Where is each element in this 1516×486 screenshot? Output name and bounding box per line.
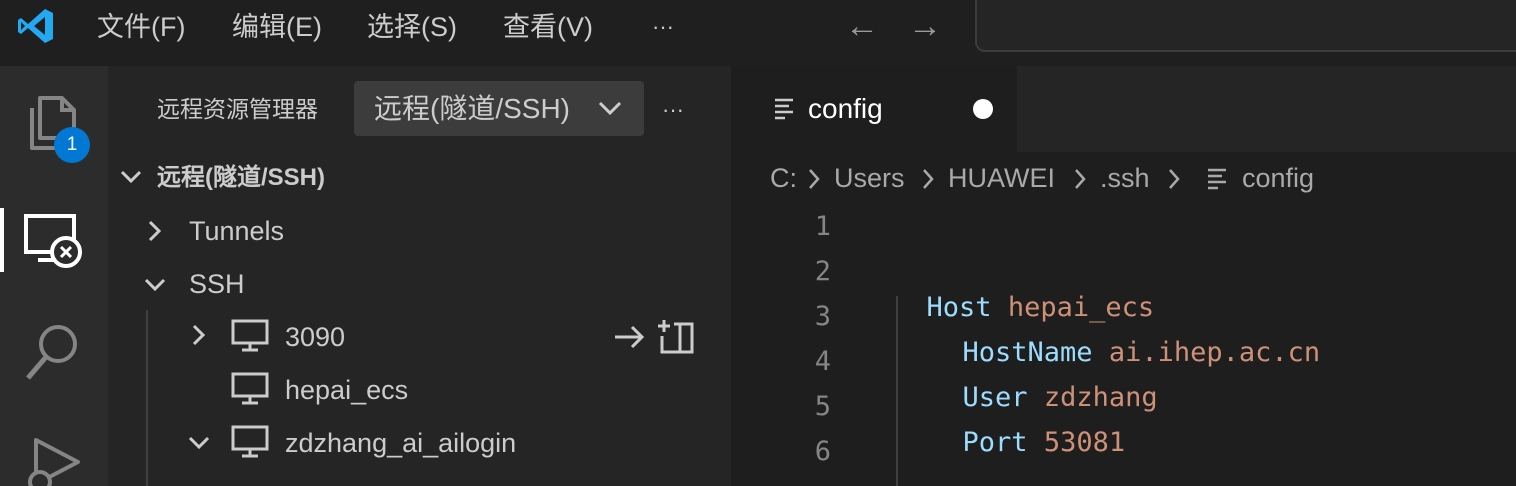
breadcrumb-item[interactable]: config [1242,160,1314,196]
file-lines-icon [1208,168,1226,190]
chevron-right-icon [1075,169,1086,189]
tab-config[interactable]: config [731,66,1017,152]
remote-explorer-icon[interactable] [22,212,84,268]
sidebar-title: 远程资源管理器 [157,96,318,122]
code-key: Port [962,427,1028,458]
host-item-3090[interactable]: 3090 [285,319,345,355]
tab-label: config [808,93,883,124]
tree-item-tunnels[interactable]: Tunnels [189,213,284,249]
back-arrow-button[interactable]: ← [845,6,879,46]
section-title[interactable]: 远程(隧道/SSH) [157,160,325,196]
menu-view[interactable]: 查看(V) [503,10,593,44]
line-number: 3 [814,301,831,332]
breadcrumb-item[interactable]: Users [834,160,905,196]
chevron-right-icon [923,169,934,189]
breadcrumb-item[interactable]: C: [770,160,797,196]
title-bar: 文件(F) 编辑(E) 选择(S) 查看(V) ··· ← → [0,0,1516,66]
line-number: 6 [814,436,831,467]
code-line[interactable]: Port 53081 [930,389,1126,461]
menu-selection[interactable]: 选择(S) [367,10,457,44]
vscode-logo-icon [18,9,53,43]
menu-file[interactable]: 文件(F) [97,10,185,44]
chevron-right-icon[interactable] [188,322,210,348]
menu-edit[interactable]: 编辑(E) [232,10,322,44]
chevron-down-icon [598,101,622,116]
activity-bar [0,66,108,486]
line-number: 2 [814,256,831,287]
host-item-hepai-ecs[interactable]: hepai_ecs [285,372,408,408]
active-indicator [0,208,4,272]
search-icon[interactable] [22,322,82,384]
line-number: 1 [814,211,831,242]
menu-more-button[interactable]: ··· [652,10,674,44]
code-value: 53081 [1043,427,1126,458]
line-number: 5 [814,391,831,422]
indent-guide [146,310,148,486]
chevron-down-icon[interactable] [186,432,212,454]
dropdown-value: 远程(隧道/SSH) [374,93,571,124]
sidebar-more-button[interactable]: ··· [662,92,684,128]
monitor-icon [231,425,269,458]
line-number: 4 [814,346,831,377]
chevron-down-icon[interactable] [142,274,168,296]
file-lines-icon [775,98,793,120]
forward-arrow-button[interactable]: → [908,6,942,46]
remote-type-dropdown[interactable]: 远程(隧道/SSH) [354,81,644,136]
breadcrumb-item[interactable]: .ssh [1100,160,1150,196]
run-debug-icon[interactable] [20,436,86,486]
connect-in-current-window-icon[interactable] [612,322,648,352]
explorer-badge: 1 [54,127,90,163]
chevron-right-icon [1169,169,1180,189]
monitor-icon [231,319,269,352]
monitor-icon [231,372,269,405]
chevron-right-icon [809,169,820,189]
chevron-down-icon[interactable] [118,166,144,188]
breadcrumb-item[interactable]: HUAWEI [948,160,1055,196]
connect-in-new-window-icon[interactable] [656,318,696,356]
tree-item-ssh[interactable]: SSH [189,266,245,302]
chevron-right-icon[interactable] [144,218,166,244]
command-center-search[interactable] [975,0,1516,52]
host-item-zdzhang-ai-ailogin[interactable]: zdzhang_ai_ailogin [285,425,516,461]
unsaved-dot-icon[interactable] [973,99,993,119]
